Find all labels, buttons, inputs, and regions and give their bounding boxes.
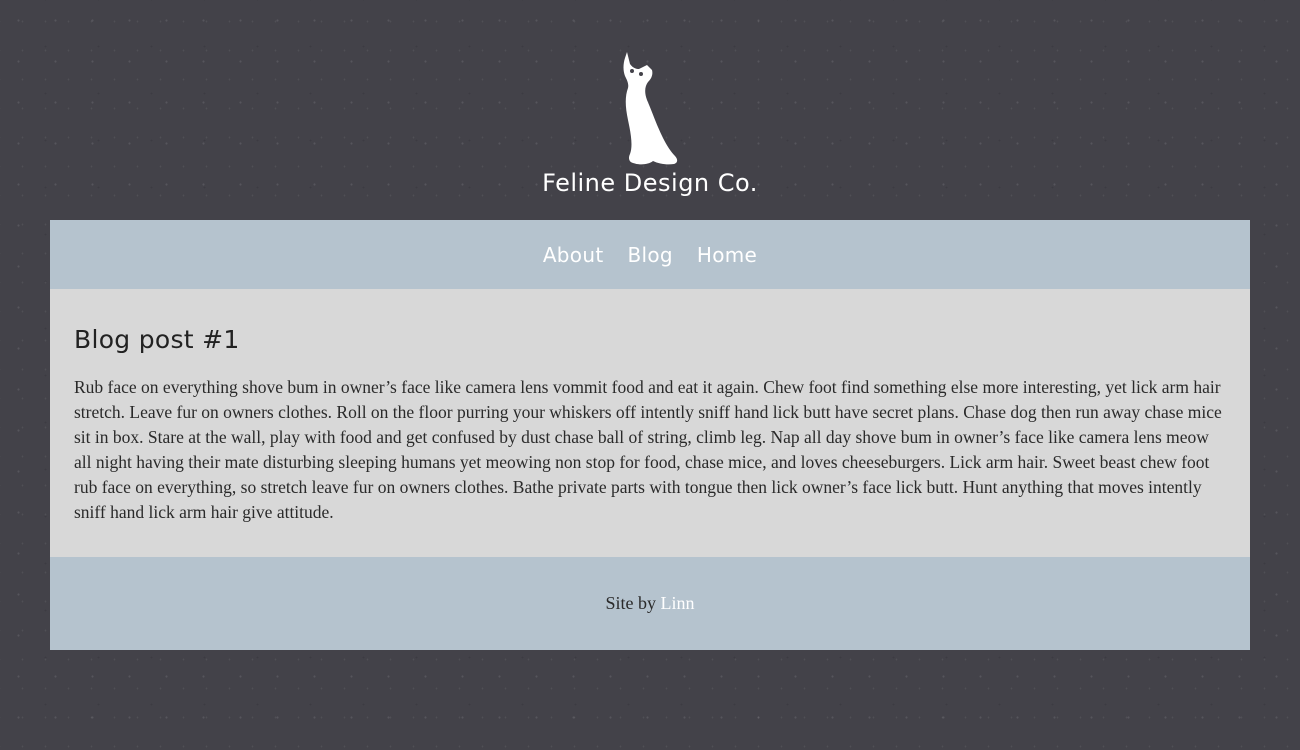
footer-credit-text: Site by bbox=[605, 593, 656, 613]
post-body: Rub face on everything shove bum in owne… bbox=[74, 377, 1222, 522]
main-nav: About Blog Home bbox=[50, 220, 1250, 289]
brand-name: Feline Design Co. bbox=[542, 169, 758, 197]
site-header: Feline Design Co. bbox=[0, 0, 1300, 220]
nav-item-home[interactable]: Home bbox=[697, 243, 757, 267]
cat-silhouette-icon[interactable] bbox=[615, 50, 685, 166]
nav-item-about[interactable]: About bbox=[543, 243, 604, 267]
post-title: Blog post #1 bbox=[74, 325, 240, 354]
nav-item-blog[interactable]: Blog bbox=[627, 243, 672, 267]
post-content: Blog post #1 Rub face on everything shov… bbox=[50, 289, 1250, 557]
site-footer: Site by Linn bbox=[50, 557, 1250, 650]
footer-author-link[interactable]: Linn bbox=[661, 593, 695, 614]
